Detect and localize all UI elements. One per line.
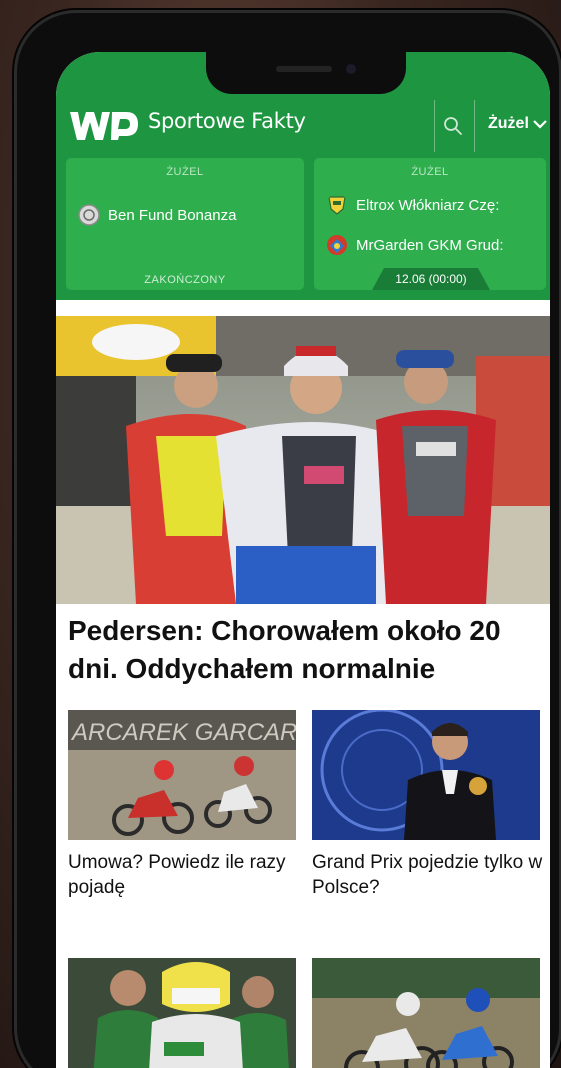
score-category: ŻUŻEL — [166, 166, 204, 178]
chevron-down-icon — [533, 120, 547, 129]
article-photo: ARCAREK GARCARE — [68, 710, 296, 840]
team-name: Ben Fund Bonanza — [108, 206, 237, 224]
phone-screen: Sportowe Fakty Żużel ŻUŻEL Ben Fund Bona… — [56, 52, 550, 1068]
search-icon[interactable] — [441, 114, 465, 138]
article-caption[interactable]: Grand Prix pojedzie tylko w Polsce? — [312, 850, 544, 900]
team-crest-icon — [78, 204, 100, 226]
match-status: ZAKOŃCZONY — [144, 274, 226, 286]
team-row: MrGarden GKM Grud: — [326, 234, 504, 256]
main-headline[interactable]: Pedersen: Chorowałem około 20 dni. Oddyc… — [68, 612, 538, 688]
wp-logo-icon[interactable] — [68, 106, 140, 146]
article-thumbnail[interactable] — [312, 710, 540, 840]
match-time: 12.06 (00:00) — [372, 268, 490, 290]
team-crest-icon — [328, 196, 346, 215]
speaker-grille — [276, 66, 332, 72]
team-name: MrGarden GKM Grud: — [356, 236, 504, 254]
divider — [474, 100, 475, 152]
sport-selector[interactable]: Żużel — [488, 115, 547, 133]
article-photo — [312, 710, 540, 840]
article-thumbnail[interactable]: ARCAREK GARCARE — [68, 710, 296, 840]
sport-selector-label: Żużel — [488, 115, 529, 132]
team-row: Ben Fund Bonanza — [78, 204, 236, 226]
hero-image[interactable] — [56, 316, 550, 604]
team-name: Eltrox Włókniarz Czę: — [356, 196, 500, 214]
article-photo — [312, 958, 540, 1068]
article-photo — [68, 958, 296, 1068]
svg-text:ARCAREK GARCARE: ARCAREK GARCARE — [70, 719, 296, 746]
team-crest-icon — [327, 235, 347, 255]
score-card[interactable]: ŻUŻEL Ben Fund Bonanza ZAKOŃCZONY — [66, 158, 304, 290]
article-thumbnail[interactable] — [68, 958, 296, 1068]
phone-frame: Sportowe Fakty Żużel ŻUŻEL Ben Fund Bona… — [14, 10, 561, 1068]
divider — [434, 100, 435, 152]
hero-photo — [56, 316, 550, 604]
score-card[interactable]: ŻUŻEL Eltrox Włókniarz Czę: MrGarden GKM… — [314, 158, 546, 290]
phone-notch — [206, 52, 406, 94]
team-row: Eltrox Włókniarz Czę: — [326, 194, 499, 216]
brand-name[interactable]: Sportowe Fakty — [148, 109, 306, 133]
article-thumbnail[interactable] — [312, 958, 540, 1068]
article-caption[interactable]: Umowa? Powiedz ile razy pojadę — [68, 850, 300, 900]
front-camera — [346, 64, 356, 74]
score-category: ŻUŻEL — [411, 166, 449, 178]
score-strip: ŻUŻEL Ben Fund Bonanza ZAKOŃCZONY ŻUŻEL — [56, 154, 550, 300]
